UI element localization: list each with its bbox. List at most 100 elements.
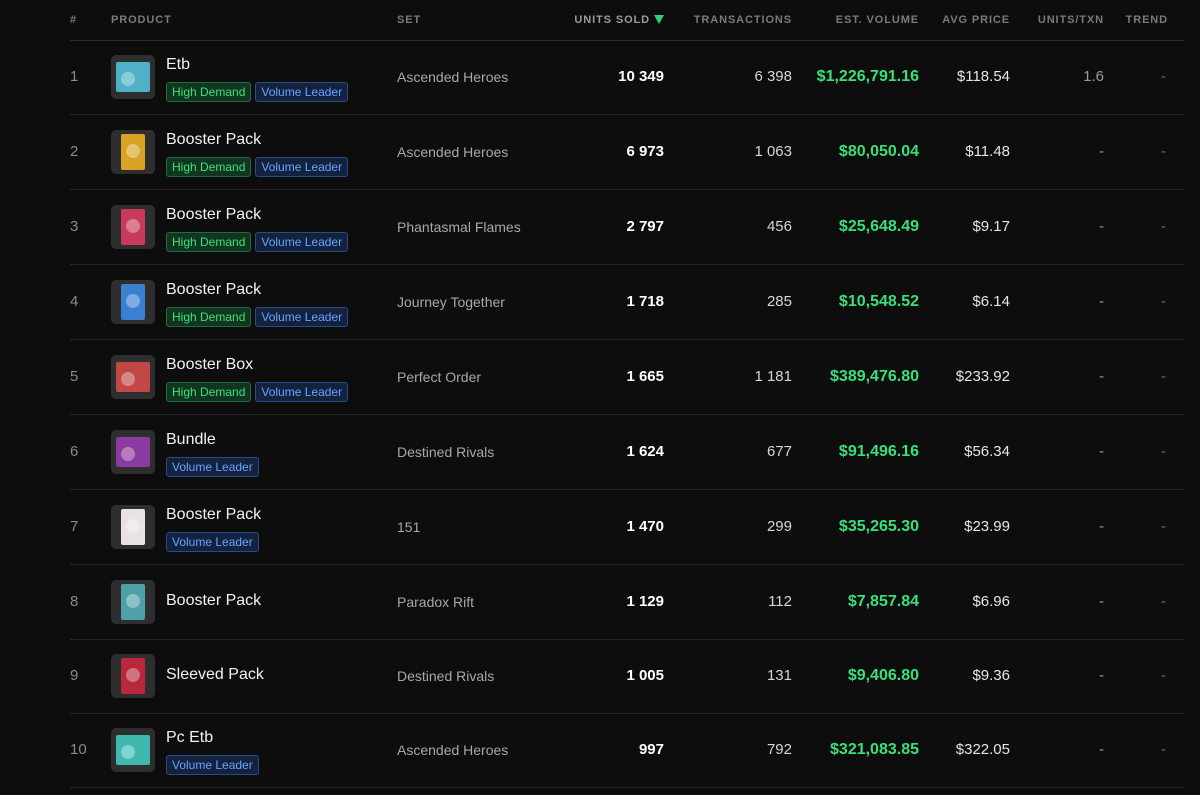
units-per-txn-cell: - [1099, 518, 1104, 535]
units-sold-cell: 1 665 [626, 368, 664, 385]
trend-cell: - [1161, 368, 1166, 385]
booster-pack-icon[interactable] [111, 280, 155, 324]
product-name[interactable]: Pc Etb [166, 729, 213, 747]
trend-cell: - [1161, 293, 1166, 310]
rank-cell: 6 [70, 443, 79, 460]
est-volume-cell: $7,857.84 [847, 593, 919, 610]
col-trend-header[interactable]: TREND [1126, 14, 1168, 26]
set-cell: 151 [397, 519, 421, 535]
set-cell: Paradox Rift [397, 594, 475, 610]
product-name[interactable]: Booster Pack [166, 281, 261, 299]
units-sold-cell: 6 973 [626, 143, 664, 160]
product-badges: Volume Leader [166, 755, 263, 775]
est-volume-cell: $91,496.16 [838, 443, 919, 460]
table-row[interactable]: 6 Bundle Volume Leader Destined Rivals 1 624… [70, 415, 1184, 490]
units-per-txn-cell: - [1099, 143, 1104, 160]
booster-pack-icon[interactable] [111, 505, 155, 549]
product-name[interactable]: Booster Pack [166, 592, 261, 610]
est-volume-cell: $80,050.04 [838, 143, 919, 160]
etb-box-icon[interactable] [111, 55, 155, 99]
col-avg-price-header[interactable]: AVG PRICE [942, 14, 1010, 26]
volume-leader-badge: Volume Leader [166, 532, 259, 552]
booster-pack-icon[interactable] [111, 130, 155, 174]
trend-cell: - [1161, 593, 1166, 610]
units-sold-cell: 1 470 [626, 518, 664, 535]
volume-leader-badge: Volume Leader [255, 382, 349, 402]
booster-pack-icon[interactable] [111, 205, 155, 249]
product-badges: Volume Leader [166, 457, 263, 477]
avg-price-cell: $23.99 [964, 518, 1010, 535]
table-row[interactable]: 8 Booster Pack Paradox Rift 1 129 112 $7,857.… [70, 565, 1184, 640]
booster-box-icon[interactable] [111, 355, 155, 399]
product-badges: High Demand Volume Leader [166, 157, 352, 177]
avg-price-cell: $9.17 [972, 218, 1010, 235]
avg-price-cell: $6.96 [972, 593, 1010, 610]
col-est-volume-header[interactable]: EST. VOLUME [836, 14, 919, 26]
rank-cell: 2 [70, 143, 79, 160]
set-cell: Ascended Heroes [397, 742, 509, 758]
rank-cell: 10 [70, 741, 87, 758]
product-badges: High Demand Volume Leader [166, 232, 352, 252]
volume-leader-badge: Volume Leader [166, 755, 259, 775]
volume-leader-badge: Volume Leader [255, 82, 349, 102]
transactions-cell: 6 398 [754, 68, 792, 85]
sleeved-pack-icon[interactable] [111, 654, 155, 698]
units-per-txn-cell: - [1099, 443, 1104, 460]
bundle-box-icon[interactable] [111, 430, 155, 474]
product-badges: High Demand Volume Leader [166, 382, 352, 402]
units-per-txn-cell: 1.6 [1083, 68, 1104, 85]
rank-cell: 7 [70, 518, 79, 535]
table-row[interactable]: 2 Booster Pack High Demand Volume Leader Asc… [70, 115, 1184, 190]
table-row[interactable]: 7 Booster Pack Volume Leader 151 1 470 299 $35… [70, 490, 1184, 565]
table-row[interactable]: 10 Pc Etb Volume Leader Ascended Heroes 997 7… [70, 713, 1184, 788]
col-set-header[interactable]: SET [397, 14, 421, 26]
units-sold-cell: 2 797 [626, 218, 664, 235]
transactions-cell: 112 [768, 593, 792, 610]
table-row[interactable]: 4 Booster Pack High Demand Volume Leader Jou… [70, 265, 1184, 340]
avg-price-cell: $118.54 [956, 68, 1010, 85]
product-name[interactable]: Booster Pack [166, 506, 261, 524]
est-volume-cell: $389,476.80 [830, 368, 919, 385]
trend-cell: - [1161, 518, 1166, 535]
volume-leader-badge: Volume Leader [255, 307, 349, 327]
table-row[interactable]: 9 Sleeved Pack Destined Rivals 1 005 131 $9,4… [70, 639, 1184, 714]
product-name[interactable]: Sleeved Pack [166, 666, 264, 684]
product-name[interactable]: Etb [166, 56, 190, 74]
col-units-sold-header[interactable]: UNITS SOLD [574, 14, 664, 26]
est-volume-cell: $1,226,791.16 [816, 68, 919, 85]
est-volume-cell: $321,083.85 [830, 741, 919, 758]
product-name[interactable]: Booster Pack [166, 206, 261, 224]
table-row[interactable]: 3 Booster Pack High Demand Volume Leader Pha… [70, 190, 1184, 265]
set-cell: Ascended Heroes [397, 69, 509, 85]
col-transactions-header[interactable]: TRANSACTIONS [694, 14, 792, 26]
etb-box-icon[interactable] [111, 728, 155, 772]
col-rank-header[interactable]: # [70, 14, 77, 26]
sales-table: # PRODUCT SET UNITS SOLD TRANSACTIONS ES… [70, 0, 1184, 788]
booster-pack-icon[interactable] [111, 580, 155, 624]
transactions-cell: 677 [766, 443, 792, 460]
table-row[interactable]: 1 Etb High Demand Volume Leader Ascended Her… [70, 40, 1184, 115]
col-product-header[interactable]: PRODUCT [111, 14, 172, 26]
volume-leader-badge: Volume Leader [255, 232, 349, 252]
avg-price-cell: $322.05 [955, 741, 1010, 758]
trend-cell: - [1161, 741, 1166, 758]
table-header: # PRODUCT SET UNITS SOLD TRANSACTIONS ES… [70, 0, 1184, 41]
set-cell: Phantasmal Flames [397, 219, 521, 235]
product-badges: High Demand Volume Leader [166, 82, 352, 102]
avg-price-cell: $6.14 [972, 293, 1010, 310]
transactions-cell: 131 [766, 667, 792, 684]
sort-desc-icon [654, 15, 664, 24]
units-per-txn-cell: - [1099, 368, 1104, 385]
product-name[interactable]: Bundle [166, 431, 216, 449]
set-cell: Journey Together [397, 294, 505, 310]
est-volume-cell: $25,648.49 [838, 218, 919, 235]
high-demand-badge: High Demand [166, 157, 252, 177]
avg-price-cell: $56.34 [964, 443, 1010, 460]
trend-cell: - [1161, 443, 1166, 460]
volume-leader-badge: Volume Leader [166, 457, 259, 477]
table-row[interactable]: 5 Booster Box High Demand Volume Leader Perf… [70, 340, 1184, 415]
product-badges: High Demand Volume Leader [166, 307, 352, 327]
col-units-per-txn-header[interactable]: UNITS/TXN [1038, 14, 1104, 26]
product-name[interactable]: Booster Box [166, 356, 253, 374]
product-name[interactable]: Booster Pack [166, 131, 261, 149]
